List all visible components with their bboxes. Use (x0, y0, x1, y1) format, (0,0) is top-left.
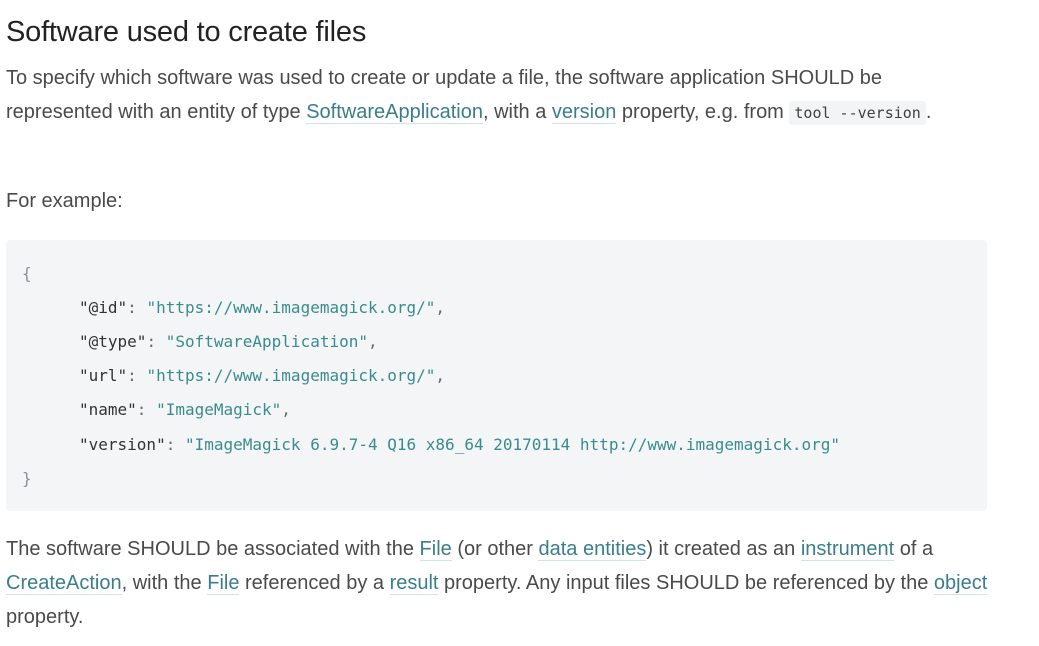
code-key: "url" (79, 366, 128, 385)
software-application-link[interactable]: SoftwareApplication (306, 101, 483, 124)
code-line-name: "name": "ImageMagick", (79, 400, 291, 419)
outro-text-2: (or other (451, 538, 539, 560)
code-close-brace: } (22, 469, 32, 488)
intro-text-2: , with a (482, 101, 552, 123)
code-line-type: "@type": "SoftwareApplication", (79, 332, 378, 351)
code-key: "@type" (79, 332, 147, 351)
code-value: "https://www.imagemagick.org/" (146, 366, 436, 385)
section-heading: Software used to create files (6, 16, 367, 48)
code-value: "https://www.imagemagick.org/" (146, 298, 436, 317)
result-link[interactable]: result (389, 572, 439, 595)
code-line-url: "url": "https://www.imagemagick.org/", (79, 366, 446, 385)
code-key: "@id" (79, 298, 128, 317)
tool-version-code: tool --version (789, 101, 926, 125)
intro-paragraph: To specify which software was used to cr… (6, 61, 991, 130)
intro-text-3: property, e.g. from (616, 101, 790, 123)
outro-paragraph: The software SHOULD be associated with t… (6, 532, 991, 634)
object-link[interactable]: object (933, 572, 988, 595)
code-line-version: "version": "ImageMagick 6.9.7-4 Q16 x86_… (79, 435, 840, 454)
data-entities-link[interactable]: data entities (538, 538, 647, 561)
code-value: "ImageMagick 6.9.7-4 Q16 x86_64 20170114… (184, 435, 840, 454)
outro-text-1: The software SHOULD be associated with t… (6, 538, 420, 560)
code-key: "version" (79, 435, 166, 454)
file-link-2[interactable]: File (207, 572, 240, 595)
outro-text-6: referenced by a (239, 572, 390, 594)
file-link[interactable]: File (419, 538, 452, 561)
version-link[interactable]: version (551, 101, 617, 124)
instrument-link[interactable]: instrument (800, 538, 895, 561)
code-key: "name" (79, 400, 137, 419)
json-code-block: { "@id": "https://www.imagemagick.org/",… (6, 240, 987, 511)
code-open-brace: { (22, 264, 32, 283)
outro-text-5: , with the (121, 572, 208, 594)
outro-text-8: property. (6, 606, 84, 628)
code-line-id: "@id": "https://www.imagemagick.org/", (79, 298, 446, 317)
code-value: "SoftwareApplication" (165, 332, 368, 351)
outro-text-3: ) it created as an (646, 538, 801, 560)
create-action-link[interactable]: CreateAction (6, 572, 122, 595)
code-value: "ImageMagick" (156, 400, 282, 419)
intro-text-4: . (925, 101, 932, 123)
for-example-label: For example: (6, 190, 123, 212)
outro-text-7: property. Any input files SHOULD be refe… (438, 572, 934, 594)
outro-text-4: of a (894, 538, 934, 560)
